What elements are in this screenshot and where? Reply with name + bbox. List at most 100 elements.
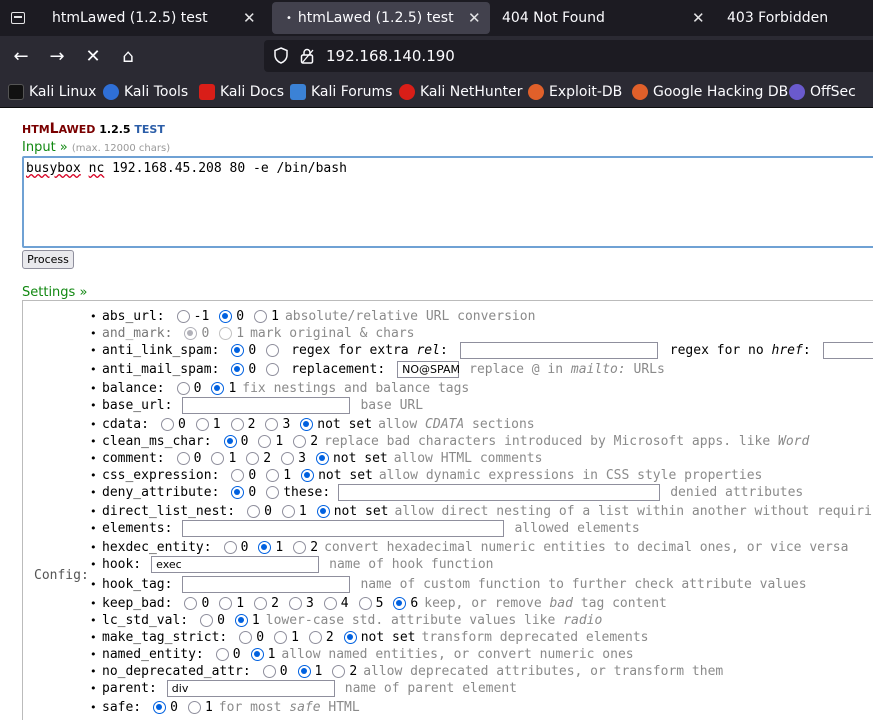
bookmark-kali-forums[interactable]: Kali Forums [290, 82, 392, 102]
radio-button[interactable] [219, 310, 233, 323]
radio-button[interactable] [315, 452, 329, 465]
option-keep-bad[interactable]: 1 [211, 596, 244, 611]
bookmark-kali-linux[interactable]: Kali Linux [8, 82, 96, 102]
radio-button[interactable] [281, 452, 295, 465]
radio-button[interactable] [266, 469, 280, 482]
option-cdata[interactable]: 1 [188, 417, 221, 432]
radio-button[interactable] [176, 452, 190, 465]
anti-mail-spam-input[interactable]: NO@SPAM [397, 361, 460, 378]
bookmark-exploit-db[interactable]: Exploit-DB [528, 82, 622, 102]
option-keep-bad[interactable]: 2 [246, 596, 279, 611]
option-direct-list-nest[interactable]: not set [309, 504, 389, 519]
option-hexdec-entity[interactable]: 1 [250, 540, 283, 555]
deny-attribute-input[interactable] [338, 484, 661, 501]
option-css-expression[interactable]: not set [293, 468, 373, 483]
option-direct-list-nest[interactable]: 0 [239, 504, 272, 519]
radio-button[interactable] [219, 597, 233, 610]
radio-button[interactable] [258, 435, 272, 448]
option-clean-ms-char[interactable]: 1 [250, 434, 283, 449]
option-no-deprecated-attr[interactable]: 1 [290, 664, 322, 679]
radio-button[interactable] [200, 614, 214, 627]
radio-button[interactable] [274, 631, 288, 644]
option-make-tag-strict[interactable]: 0 [231, 630, 264, 645]
option-hexdec-entity[interactable]: 0 [216, 540, 248, 555]
radio-button[interactable] [239, 631, 253, 644]
radio-button[interactable] [231, 486, 245, 499]
radio-button[interactable] [195, 418, 209, 431]
option-no-deprecated-attr[interactable]: 2 [324, 664, 357, 679]
option-named-entity[interactable]: 0 [208, 647, 241, 662]
process-button[interactable]: Process [22, 250, 74, 269]
radio-button[interactable] [223, 435, 237, 448]
shield-icon[interactable] [274, 47, 288, 64]
option-direct-list-nest[interactable]: 1 [274, 504, 307, 519]
close-icon[interactable]: ✕ [692, 9, 705, 27]
radio-button[interactable] [316, 505, 330, 518]
parent-input[interactable]: div [166, 680, 335, 697]
bookmark-kali-tools[interactable]: Kali Tools [103, 82, 188, 102]
option-abs-url[interactable]: -1 [169, 309, 209, 324]
option-balance[interactable]: 0 [169, 381, 201, 396]
hook-input[interactable]: exec [151, 556, 320, 573]
close-icon[interactable]: ✕ [468, 9, 481, 27]
input-toggle-link[interactable]: Input » (max. 12000 chars) [22, 140, 170, 155]
option-make-tag-strict[interactable]: not set [336, 630, 416, 645]
radio-button[interactable] [176, 382, 190, 395]
radio-button[interactable] [246, 452, 260, 465]
option-balance[interactable]: 1 [203, 381, 236, 396]
stop-button[interactable]: ✕ [79, 42, 107, 70]
radio-button[interactable] [223, 541, 237, 554]
option-anti-link-spam[interactable] [258, 344, 283, 357]
tab-404[interactable]: 404 Not Found ✕ [492, 0, 716, 36]
radio-button[interactable] [258, 541, 272, 554]
option-cdata[interactable]: not set [292, 417, 372, 432]
option-anti-mail-spam[interactable]: 0 [223, 362, 256, 377]
radio-button[interactable] [184, 597, 198, 610]
bookmark-kali-docs[interactable]: Kali Docs [199, 82, 284, 102]
option-clean-ms-char[interactable]: 0 [216, 434, 248, 449]
radio-button[interactable] [231, 344, 245, 357]
forward-button[interactable]: → [43, 42, 71, 70]
radio-button[interactable] [153, 701, 167, 714]
radio-button[interactable] [211, 382, 225, 395]
option-keep-bad[interactable]: 5 [351, 596, 383, 611]
radio-button[interactable] [266, 363, 280, 376]
regex-extra-rel-input[interactable] [459, 342, 658, 359]
option-no-deprecated-attr[interactable]: 0 [255, 664, 288, 679]
hook-tag-input[interactable] [182, 576, 351, 593]
option-make-tag-strict[interactable]: 1 [266, 630, 299, 645]
option-abs-url[interactable]: 1 [246, 309, 279, 324]
radio-button[interactable] [231, 469, 245, 482]
radio-button[interactable] [323, 597, 337, 610]
bookmark-google-hacking-db[interactable]: Google Hacking DB [632, 82, 788, 102]
radio-button[interactable] [230, 418, 244, 431]
option-deny-attribute[interactable]: these: [258, 485, 330, 500]
radio-button[interactable] [293, 435, 307, 448]
radio-button[interactable] [288, 597, 302, 610]
regex-no-href-input[interactable] [822, 342, 873, 359]
option-comment[interactable]: 1 [203, 451, 236, 466]
radio-button[interactable] [250, 648, 264, 661]
bookmark-kali-nethunter[interactable]: Kali NetHunter [399, 82, 522, 102]
option-safe[interactable]: 1 [180, 700, 213, 715]
tab-htmlawed-1[interactable]: htmLawed (1.2.5) test ✕ [36, 0, 266, 36]
radio-button[interactable] [265, 418, 279, 431]
option-css-expression[interactable]: 1 [258, 468, 291, 483]
radio-button[interactable] [308, 631, 322, 644]
close-icon[interactable]: ✕ [243, 9, 256, 27]
option-lc-std-val[interactable]: 0 [192, 613, 225, 628]
option-comment[interactable]: 2 [238, 451, 271, 466]
radio-button[interactable] [266, 486, 280, 499]
url-bar[interactable]: 192.168.140.190 [264, 40, 873, 72]
option-keep-bad[interactable]: 0 [176, 596, 209, 611]
option-safe[interactable]: 0 [145, 700, 178, 715]
radio-button[interactable] [393, 597, 407, 610]
url-text[interactable]: 192.168.140.190 [326, 47, 455, 65]
tab-htmlawed-2[interactable]: • htmLawed (1.2.5) test ✕ [272, 2, 490, 34]
radio-button[interactable] [293, 541, 307, 554]
option-named-entity[interactable]: 1 [243, 647, 275, 662]
lock-icon[interactable] [300, 48, 314, 64]
back-button[interactable]: ← [7, 42, 35, 70]
radio-button[interactable] [301, 469, 315, 482]
option-make-tag-strict[interactable]: 2 [301, 630, 334, 645]
